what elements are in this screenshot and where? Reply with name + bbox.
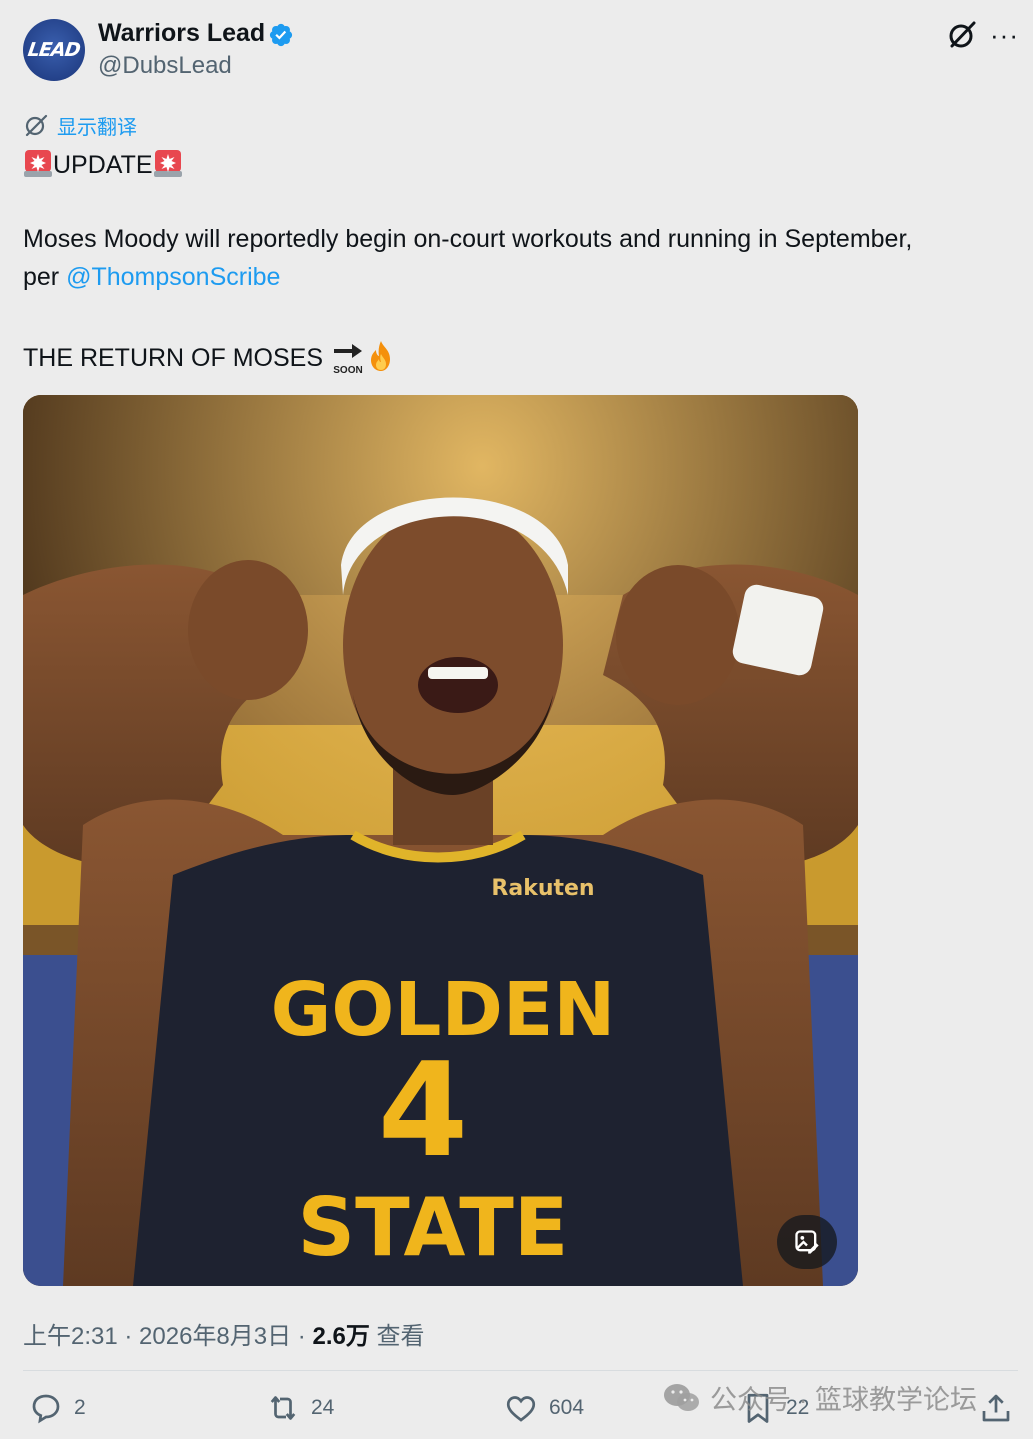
reply-count: 2 — [74, 1396, 86, 1419]
like-button[interactable]: 604 — [503, 1390, 584, 1426]
tweet-text-line-1: Moses Moody will reportedly begin on-cou… — [23, 225, 913, 253]
return-text: THE RETURN OF MOSES — [23, 344, 324, 372]
view-count: 2.6万 — [312, 1323, 370, 1350]
display-name[interactable]: Warriors Lead — [98, 19, 265, 48]
tweet-photo[interactable]: GOLDEN 4 STATE Rakuten — [23, 395, 858, 1286]
tweet-meta: 上午2:31 · 2026年8月3日 · 2.6万 查看 — [23, 1316, 425, 1351]
siren-emoji-icon — [24, 150, 52, 177]
svg-text:4: 4 — [378, 1034, 468, 1186]
watermark: 公众号 · 篮球教学论坛 — [662, 1378, 977, 1417]
avatar[interactable]: LEAD — [23, 19, 85, 81]
meta-separator: · — [117, 1323, 140, 1350]
wechat-icon — [664, 1383, 699, 1411]
tweet-time[interactable]: 上午2:31 — [23, 1323, 118, 1350]
image-alt-icon — [795, 1230, 819, 1254]
fire-emoji-icon — [370, 341, 390, 371]
update-text: UPDATE — [53, 151, 153, 179]
reply-button[interactable]: 2 — [28, 1390, 86, 1426]
retweet-button[interactable]: 24 — [265, 1390, 334, 1426]
svg-text:STATE: STATE — [298, 1181, 569, 1274]
translate-icon — [25, 114, 48, 137]
user-handle[interactable]: @DubsLead — [98, 52, 232, 80]
retweet-count: 24 — [311, 1396, 335, 1419]
mention-link[interactable]: @ThompsonScribe — [66, 263, 280, 291]
more-icon[interactable]: ··· — [990, 20, 1019, 51]
verified-badge-icon — [269, 23, 293, 47]
player-photo: GOLDEN 4 STATE Rakuten — [23, 395, 858, 1286]
soon-arrow-emoji-icon: SOON — [333, 344, 363, 376]
svg-text:Rakuten: Rakuten — [491, 876, 594, 901]
siren-emoji-icon — [153, 150, 182, 177]
image-alt-button[interactable] — [777, 1215, 837, 1269]
tweet-text-line-3: THE RETURN OF MOSES SOON — [23, 340, 396, 376]
like-count: 604 — [549, 1396, 585, 1419]
grok-icon[interactable] — [945, 18, 979, 52]
retweet-icon — [270, 1396, 296, 1420]
tweet-text-line-2: per @ThompsonScribe — [23, 263, 280, 292]
reply-icon — [32, 1394, 60, 1424]
tweet-date[interactable]: 2026年8月3日 — [139, 1323, 291, 1350]
divider — [23, 1370, 1018, 1371]
tweet-update-line: UPDATE — [23, 148, 183, 180]
share-button[interactable] — [978, 1390, 1014, 1426]
meta-separator: · — [291, 1323, 313, 1350]
share-icon — [982, 1394, 1010, 1422]
per-text: per — [23, 263, 67, 291]
views-label: 查看 — [369, 1323, 425, 1350]
avatar-logo-text: LEAD — [26, 39, 82, 61]
watermark-text: 公众号 · 篮球教学论坛 — [710, 1385, 977, 1415]
show-translation-link[interactable]: 显示翻译 — [57, 111, 137, 140]
like-icon — [506, 1396, 536, 1422]
soon-label: SOON — [333, 365, 362, 376]
